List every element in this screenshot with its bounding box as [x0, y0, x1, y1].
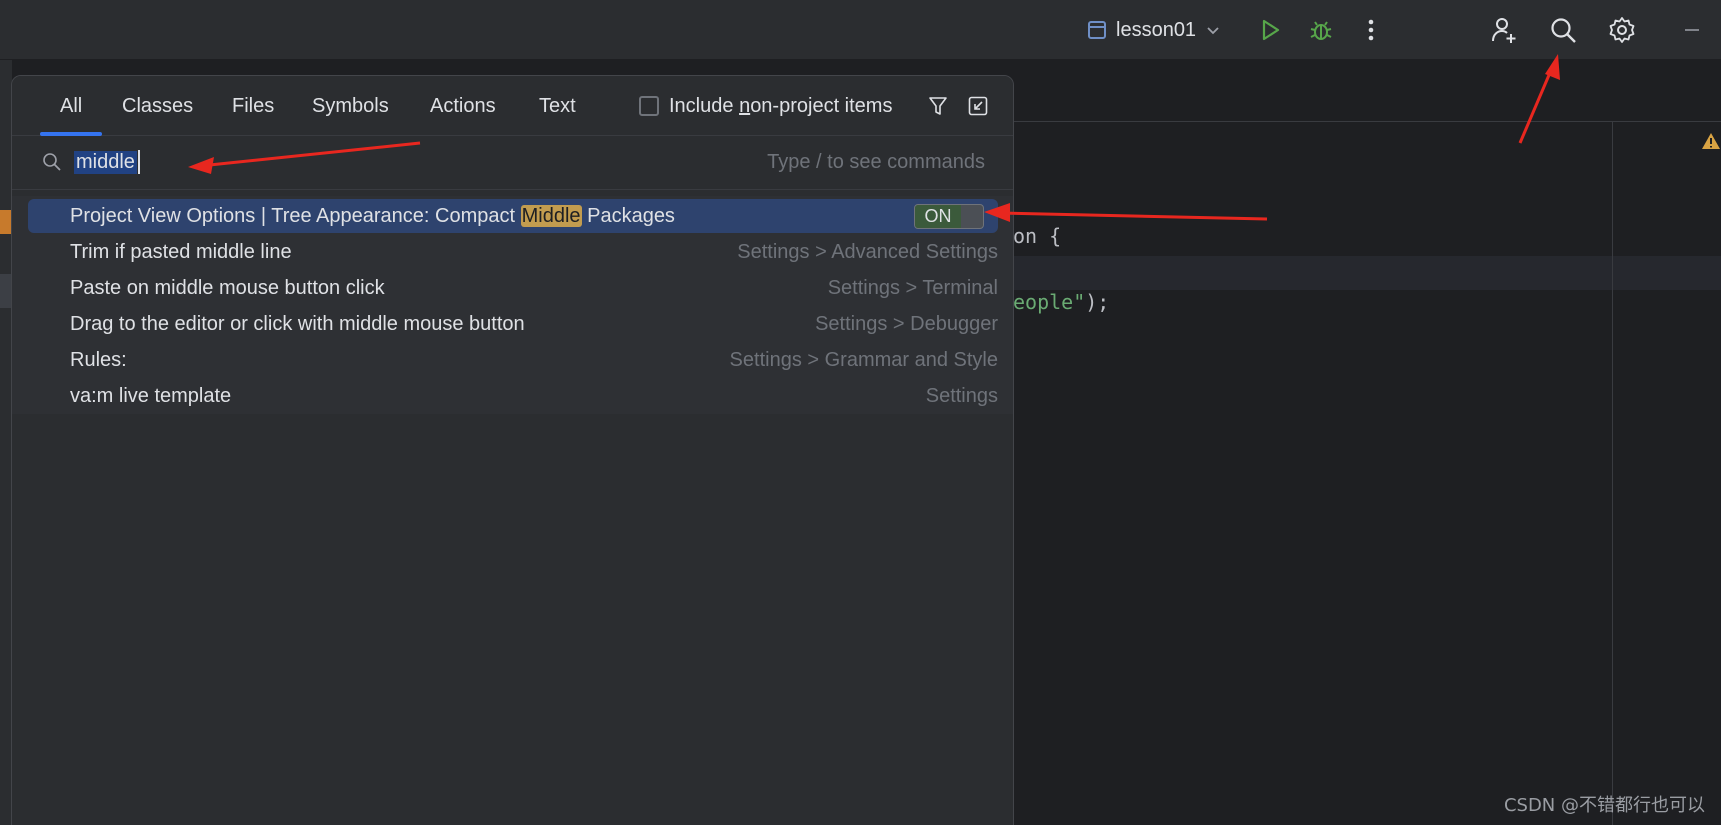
debug-icon	[1310, 21, 1332, 40]
run-config-label: lesson01	[1116, 18, 1197, 41]
gear-icon	[1609, 17, 1635, 43]
run-icon	[1262, 19, 1280, 41]
code-line-2: eople");	[1013, 290, 1109, 314]
open-in-window-icon	[968, 96, 988, 116]
list-item[interactable]: Trim if pasted middle line Settings > Ad…	[28, 235, 998, 269]
title-bar: lesson01	[0, 0, 1721, 60]
minimize-icon	[1685, 29, 1699, 31]
filter-button[interactable]	[920, 76, 956, 136]
result-label: Drag to the editor or click with middle …	[70, 312, 525, 335]
include-non-project-label: Include non-project items	[669, 95, 892, 118]
include-label-end: on-project items	[750, 94, 893, 117]
code-line-1: on {	[1013, 224, 1062, 248]
text-caret	[137, 150, 140, 174]
result-path: Settings	[925, 384, 998, 407]
include-non-project-checkbox[interactable]	[639, 96, 659, 116]
results-list: Project View Options | Tree Appearance: …	[12, 196, 1013, 414]
code-string: eople"	[1013, 290, 1086, 314]
minimize-button[interactable]	[1670, 0, 1714, 60]
list-item[interactable]: Drag to the editor or click with middle …	[28, 307, 998, 341]
result-path: Settings > Advanced Settings	[737, 240, 998, 263]
scope-tabs: All Classes Files Symbols Actions Text I…	[12, 76, 1013, 136]
chevron-down-icon	[1207, 27, 1219, 35]
editor-area[interactable]: on { eople");	[1013, 60, 1721, 825]
run-config-selector[interactable]: lesson01	[1088, 0, 1236, 60]
right-margin-guide	[1612, 122, 1613, 825]
list-item[interactable]: Paste on middle mouse button click Setti…	[28, 271, 998, 305]
list-item[interactable]: Rules: Settings > Grammar and Style	[28, 343, 998, 377]
add-user-button[interactable]	[1482, 0, 1526, 60]
result-label: Rules:	[70, 348, 127, 371]
warning-icon[interactable]	[1701, 132, 1721, 150]
result-label-end: Packages	[581, 204, 675, 227]
tab-all[interactable]: All	[39, 76, 103, 136]
filter-icon	[929, 97, 947, 115]
list-item[interactable]: va:m live template Settings	[28, 379, 998, 413]
run-button[interactable]	[1248, 0, 1292, 60]
result-label: Paste on middle mouse button click	[70, 276, 385, 299]
include-non-project-toggle[interactable]: Include non-project items	[639, 76, 892, 136]
tab-classes[interactable]: Classes	[122, 76, 193, 136]
result-path: Settings > Grammar and Style	[729, 348, 998, 371]
tab-text[interactable]: Text	[539, 76, 576, 136]
result-path: Settings > Debugger	[815, 312, 998, 335]
list-item[interactable]: Project View Options | Tree Appearance: …	[28, 199, 998, 233]
settings-button[interactable]	[1600, 0, 1644, 60]
search-hint: Type / to see commands	[767, 150, 985, 173]
search-everywhere-popup: All Classes Files Symbols Actions Text I…	[11, 75, 1014, 825]
result-label: Trim if pasted middle line	[70, 240, 292, 263]
add-user-icon	[1492, 18, 1516, 43]
include-label-mnemonic: n	[739, 94, 751, 117]
search-everywhere-button[interactable]	[1541, 0, 1585, 60]
include-label-start: Include	[669, 94, 740, 117]
editor-tab-bar	[1013, 60, 1721, 122]
result-label-start: Project View Options | Tree Appearance: …	[70, 204, 521, 227]
more-button[interactable]	[1349, 0, 1393, 60]
current-line-highlight	[1013, 256, 1721, 290]
search-input[interactable]: middle	[74, 147, 140, 177]
result-path: Settings > Terminal	[827, 276, 998, 299]
tab-symbols[interactable]: Symbols	[312, 76, 389, 136]
search-row: middle Type / to see commands	[12, 136, 1013, 190]
tab-actions[interactable]: Actions	[430, 76, 496, 136]
code-line-end: );	[1085, 290, 1110, 314]
run-config-icon	[1088, 21, 1106, 39]
tab-files[interactable]: Files	[232, 76, 274, 136]
result-label: va:m live template	[70, 384, 232, 407]
match-highlight: Middle	[520, 204, 582, 227]
search-input-value: middle	[74, 150, 137, 174]
more-icon	[1368, 19, 1374, 41]
result-label: Project View Options | Tree Appearance: …	[70, 204, 675, 228]
search-field-icon	[43, 153, 61, 171]
search-icon	[1551, 18, 1576, 43]
toggle-on-label: ON	[915, 205, 961, 228]
watermark: CSDN @不错都行也可以	[1503, 795, 1705, 816]
option-toggle[interactable]: ON	[914, 204, 984, 229]
debug-button[interactable]	[1299, 0, 1343, 60]
open-in-tool-window-button[interactable]	[960, 76, 996, 136]
